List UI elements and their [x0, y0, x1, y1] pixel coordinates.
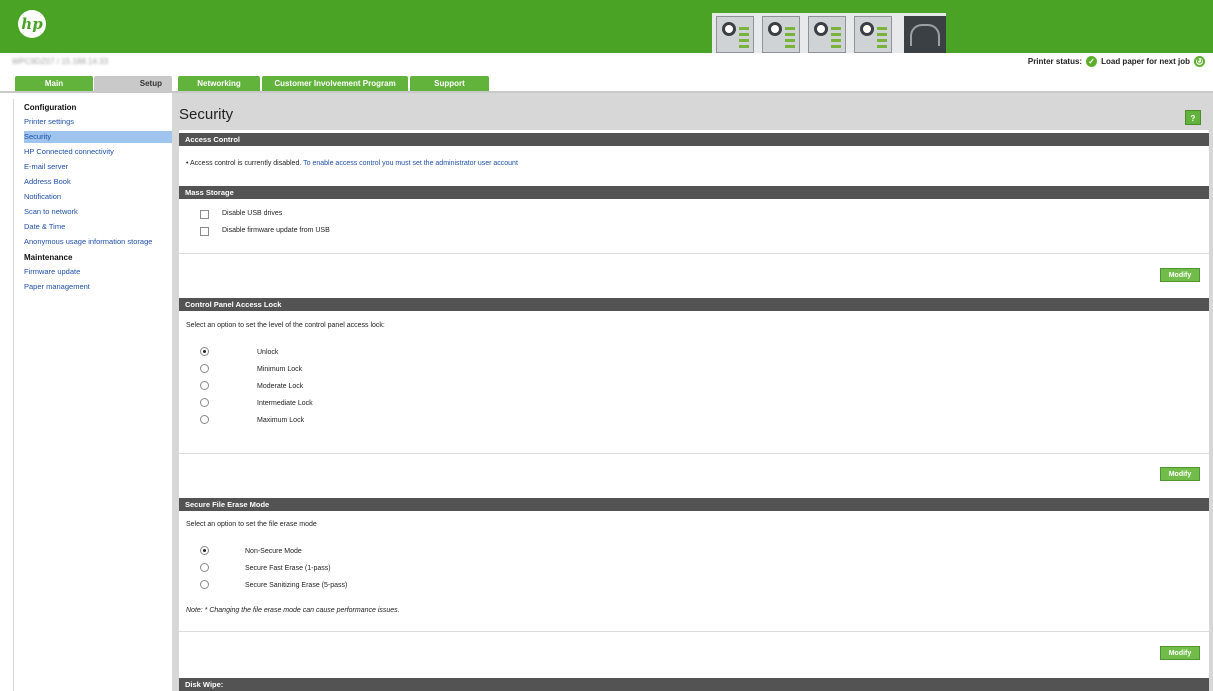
sidebar-item-paper-management[interactable]: Paper management — [24, 281, 172, 293]
refresh-icon[interactable]: ↻ — [1194, 56, 1205, 67]
control-panel-lock-header: Control Panel Access Lock — [179, 298, 1209, 311]
disable-usb-drives-label: Disable USB drives — [222, 210, 283, 217]
sidebar-item-security[interactable]: Security — [24, 131, 172, 143]
sidebar-heading-maintenance: Maintenance — [24, 253, 73, 262]
sidebar-item-scan-to-network[interactable]: Scan to network — [24, 206, 172, 218]
radio-intermediate-lock-label: Intermediate Lock — [257, 400, 313, 407]
access-control-header: Access Control — [179, 133, 1209, 146]
sidebar-heading-configuration: Configuration — [24, 103, 77, 112]
file-erase-modify-button[interactable]: Modify — [1160, 646, 1200, 660]
sidebar: Configuration Printer settings Security … — [13, 99, 172, 691]
printer-status-message: Load paper for next job — [1101, 57, 1190, 66]
sidebar-item-printer-settings[interactable]: Printer settings — [24, 116, 172, 128]
file-erase-note: Note: * Changing the file erase mode can… — [186, 607, 400, 614]
tab-main[interactable]: Main — [15, 76, 93, 91]
sidebar-item-firmware-update[interactable]: Firmware update — [24, 266, 172, 278]
tab-setup[interactable]: Setup — [94, 76, 172, 91]
printer-illustration — [712, 13, 946, 53]
hp-logo[interactable]: hp — [18, 10, 46, 38]
sidebar-item-date-time[interactable]: Date & Time — [24, 221, 172, 233]
tab-support[interactable]: Support — [410, 76, 489, 91]
disable-firmware-usb-checkbox[interactable] — [200, 227, 209, 236]
control-panel-lock-prompt: Select an option to set the level of the… — [186, 322, 385, 329]
control-panel-modify-button[interactable]: Modify — [1160, 467, 1200, 481]
page-title: Security — [179, 106, 234, 123]
header-bar: hp — [0, 0, 1213, 53]
radio-secure-sanitizing-erase[interactable] — [200, 580, 209, 589]
title-band — [179, 99, 1209, 130]
status-ok-icon: ✓ — [1086, 56, 1098, 67]
sidebar-item-hp-connected[interactable]: HP Connected connectivity — [24, 146, 172, 158]
radio-secure-fast-erase-label: Secure Fast Erase (1-pass) — [245, 565, 331, 572]
radio-moderate-lock[interactable] — [200, 381, 209, 390]
printer-status-label: Printer status: — [1027, 57, 1083, 66]
radio-minimum-lock[interactable] — [200, 364, 209, 373]
radio-moderate-lock-label: Moderate Lock — [257, 383, 304, 390]
access-control-text: Access control is currently disabled. — [190, 160, 302, 167]
tab-networking[interactable]: Networking — [178, 76, 260, 91]
sidebar-item-notification[interactable]: Notification — [24, 191, 172, 203]
admin-account-link[interactable]: To enable access control you must set th… — [303, 160, 518, 167]
tab-customer-involvement-program[interactable]: Customer Involvement Program — [262, 76, 408, 91]
sidebar-item-anonymous-usage[interactable]: Anonymous usage information storage — [24, 236, 172, 248]
printer-status: Printer status: ✓ Load paper for next jo… — [1028, 56, 1205, 67]
mass-storage-modify-button[interactable]: Modify — [1160, 268, 1200, 282]
divider — [179, 253, 1209, 254]
file-erase-prompt: Select an option to set the file erase m… — [186, 521, 317, 528]
disable-usb-drives-checkbox[interactable] — [200, 210, 209, 219]
disk-wipe-header: Disk Wipe: — [179, 678, 1209, 691]
radio-secure-fast-erase[interactable] — [200, 563, 209, 572]
access-control-status: • Access control is currently disabled. … — [186, 160, 518, 167]
sidebar-item-email-server[interactable]: E-mail server — [24, 161, 172, 173]
divider — [179, 453, 1209, 454]
radio-unlock[interactable] — [200, 347, 209, 356]
disable-firmware-usb-label: Disable firmware update from USB — [222, 227, 330, 234]
help-button[interactable]: ? — [1185, 110, 1201, 125]
device-identifier: WPC9DZ07 / 15.188.14.33 — [12, 57, 109, 66]
sidebar-item-address-book[interactable]: Address Book — [24, 176, 172, 188]
radio-maximum-lock[interactable] — [200, 415, 209, 424]
mass-storage-header: Mass Storage — [179, 186, 1209, 199]
radio-unlock-label: Unlock — [257, 349, 279, 356]
radio-non-secure-mode[interactable] — [200, 546, 209, 555]
radio-maximum-lock-label: Maximum Lock — [257, 417, 305, 424]
divider — [179, 631, 1209, 632]
radio-secure-sanitizing-erase-label: Secure Sanitizing Erase (5-pass) — [245, 582, 348, 589]
file-erase-header: Secure File Erase Mode — [179, 498, 1209, 511]
radio-minimum-lock-label: Minimum Lock — [257, 366, 303, 373]
radio-intermediate-lock[interactable] — [200, 398, 209, 407]
radio-non-secure-mode-label: Non-Secure Mode — [245, 548, 302, 555]
